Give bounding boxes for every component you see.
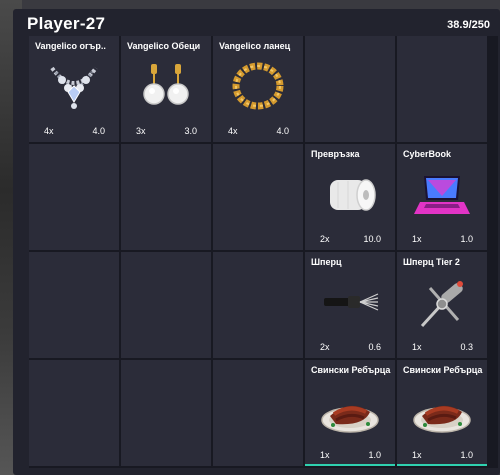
- item-weight: 3.0: [184, 126, 197, 136]
- inventory-slot-18[interactable]: [213, 360, 303, 466]
- item-name: Свински Ребърца: [403, 365, 483, 375]
- inventory-slot-20[interactable]: Свински Ребърца 1x 1.0: [397, 360, 487, 466]
- item-weight: 4.0: [92, 126, 105, 136]
- pork-ribs-icon: [413, 405, 471, 433]
- item-quantity: 4x: [44, 126, 54, 136]
- item-name: Шперц: [311, 257, 342, 267]
- item-quantity: 1x: [320, 450, 330, 460]
- inventory-slot-17[interactable]: [121, 360, 211, 466]
- item-quantity: 2x: [320, 234, 330, 244]
- item-weight: 1.0: [368, 450, 381, 460]
- inventory-slot-3[interactable]: Vangelico ланец 4x 4.0: [213, 36, 303, 142]
- item-quantity: 4x: [228, 126, 238, 136]
- inventory-slot-19[interactable]: Свински Ребърца 1x 1.0: [305, 360, 395, 466]
- item-quantity: 1x: [412, 234, 422, 244]
- inventory-slot-13[interactable]: [213, 252, 303, 358]
- pork-ribs-icon: [321, 405, 379, 433]
- inventory-title: Player-27: [27, 14, 106, 33]
- item-name: Vangelico ланец: [219, 41, 291, 51]
- advanced-lockpick-icon: [420, 281, 463, 328]
- item-name: Свински Ребърца: [311, 365, 391, 375]
- item-name: CyberBook: [403, 149, 452, 159]
- inventory-slot-1[interactable]: Vangelico огър.. 4x 4.0: [29, 36, 119, 142]
- item-name: Шперц Tier 2: [403, 257, 460, 267]
- item-weight: 10.0: [363, 234, 381, 244]
- inventory-slot-12[interactable]: [121, 252, 211, 358]
- laptop-icon: [414, 176, 470, 214]
- inventory-slot-14[interactable]: Шперц 2x 0.6: [305, 252, 395, 358]
- inventory-slot-8[interactable]: [213, 144, 303, 250]
- lockpick-icon: [324, 293, 379, 311]
- inventory-slot-7[interactable]: [121, 144, 211, 250]
- inventory-panel: Player-27 38.9/250 Vangelico огър.. 4x 4…: [13, 9, 500, 475]
- inventory-slot-6[interactable]: [29, 144, 119, 250]
- inventory-slot-4[interactable]: [305, 36, 395, 142]
- item-quantity: 1x: [412, 342, 422, 352]
- diamond-necklace-icon: [50, 66, 98, 109]
- item-weight: 1.0: [460, 450, 473, 460]
- item-quantity: 2x: [320, 342, 330, 352]
- item-quantity: 1x: [412, 450, 422, 460]
- item-weight: 0.6: [368, 342, 381, 352]
- inventory-weight: 38.9/250: [447, 19, 490, 31]
- inventory-slot-15[interactable]: Шперц Tier 2 1x 0.3: [397, 252, 487, 358]
- inventory-slot-5[interactable]: [397, 36, 487, 142]
- inventory-grid: Vangelico огър.. 4x 4.0 Vangelico Обеци: [29, 36, 498, 468]
- inventory-slot-2[interactable]: Vangelico Обеци 3x 3.0: [121, 36, 211, 142]
- item-name: Vangelico огър..: [35, 41, 106, 51]
- item-weight: 0.3: [460, 342, 473, 352]
- item-quantity: 3x: [136, 126, 146, 136]
- gold-chain-icon: [232, 62, 284, 110]
- item-weight: 4.0: [276, 126, 289, 136]
- diamond-earrings-icon: [143, 64, 189, 105]
- inventory-slot-9[interactable]: Превръзка 2x 10.0: [305, 144, 395, 250]
- item-name: Превръзка: [311, 149, 360, 159]
- item-name: Vangelico Обеци: [127, 41, 201, 51]
- item-weight: 1.0: [460, 234, 473, 244]
- inventory-slot-16[interactable]: [29, 360, 119, 466]
- inventory-slot-11[interactable]: [29, 252, 119, 358]
- bandage-roll-icon: [330, 179, 376, 211]
- inventory-slot-10[interactable]: CyberBook 1x 1.0: [397, 144, 487, 250]
